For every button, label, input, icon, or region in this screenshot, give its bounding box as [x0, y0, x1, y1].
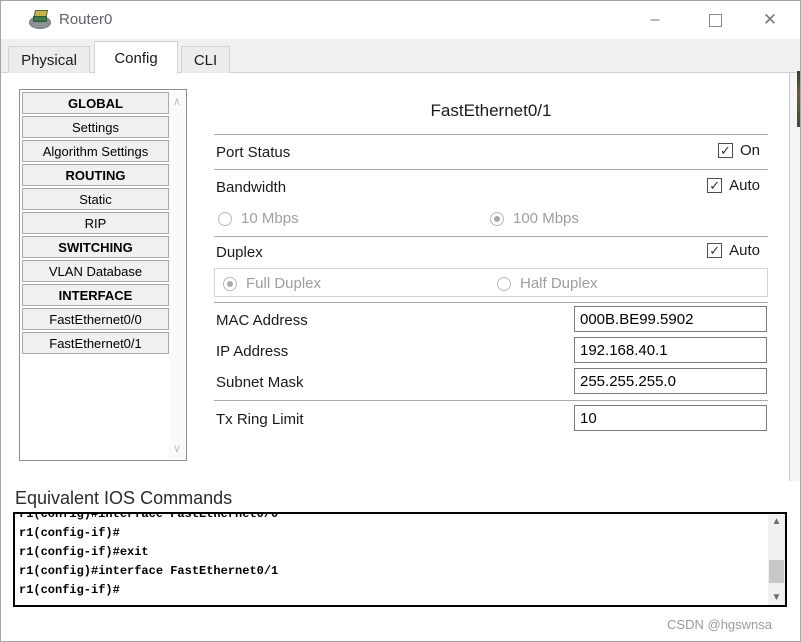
port-status-label: Port Status [216, 144, 291, 161]
tx-ring-limit-label: Tx Ring Limit [216, 411, 304, 428]
duplex-auto-checkbox[interactable]: ✓ [707, 243, 723, 258]
sidebar-item-routing[interactable]: ROUTING [22, 164, 169, 186]
close-icon[interactable]: ✕ [754, 7, 786, 33]
watermark: CSDN @hgswnsa [667, 617, 772, 632]
tab-cli[interactable]: CLI [181, 46, 230, 73]
port-status-checkbox-group[interactable]: ✓ On [717, 142, 760, 159]
sidebar-item-switching[interactable]: SWITCHING [22, 236, 169, 258]
radio-full-duplex[interactable]: Full Duplex [223, 275, 321, 292]
tx-ring-limit-input[interactable] [574, 405, 767, 431]
background-artifact [797, 71, 800, 127]
sidebar-item-static[interactable]: Static [22, 188, 169, 210]
bandwidth-radio-row: 10 Mbps 100 Mbps [214, 205, 768, 233]
terminal-scroll-down-icon[interactable]: ▼ [768, 590, 785, 605]
terminal-output: r1(config)#interface FastEthernet0/0 r1(… [19, 514, 765, 605]
sidebar-item-rip[interactable]: RIP [22, 212, 169, 234]
duplex-auto-checkbox-label: Auto [729, 242, 760, 259]
duplex-auto-checkbox-group[interactable]: ✓ Auto [707, 242, 760, 259]
sidebar-item-interface[interactable]: INTERFACE [22, 284, 169, 306]
radio-100mbps-label: 100 Mbps [513, 210, 579, 227]
mac-address-input[interactable] [574, 306, 767, 332]
divider [214, 169, 768, 170]
tab-bar: Physical Config CLI [1, 39, 800, 74]
bandwidth-auto-checkbox-label: Auto [729, 177, 760, 194]
radio-full-duplex-label: Full Duplex [246, 275, 322, 292]
sidebar-item-settings[interactable]: Settings [22, 116, 169, 138]
sidebar-item-algorithm-settings[interactable]: Algorithm Settings [22, 140, 169, 162]
radio-10mbps-label: 10 Mbps [241, 210, 299, 227]
bandwidth-auto-checkbox[interactable]: ✓ [707, 178, 723, 193]
divider [214, 134, 768, 135]
sidebar-item-vlan-database[interactable]: VLAN Database [22, 260, 169, 282]
port-status-checkbox-label: On [739, 142, 760, 159]
terminal-line: r1(config-if)# [19, 583, 120, 597]
minimize-icon[interactable]: – [639, 7, 671, 33]
terminal-scrollbar[interactable]: ▲ ▼ [768, 514, 785, 605]
terminal-line: r1(config-if)#exit [19, 545, 149, 559]
panel-scrollbar-track[interactable] [789, 73, 800, 481]
subnet-mask-label: Subnet Mask [216, 374, 304, 391]
radio-half-duplex-circle [497, 276, 511, 291]
radio-100mbps-circle [490, 211, 504, 226]
divider [214, 302, 768, 303]
router-config-window: Router0 – ✕ Physical Config CLI GLOBAL S… [0, 0, 801, 642]
ip-address-input[interactable] [574, 337, 767, 363]
radio-100mbps[interactable]: 100 Mbps [490, 210, 579, 227]
title-bar: Router0 – ✕ [1, 1, 800, 39]
sidebar-list: GLOBAL Settings Algorithm Settings ROUTI… [21, 91, 169, 356]
tab-config[interactable]: Config [94, 41, 178, 74]
sidebar-item-fastethernet0-1[interactable]: FastEthernet0/1 [22, 332, 169, 354]
sidebar-item-fastethernet0-0[interactable]: FastEthernet0/0 [22, 308, 169, 330]
duplex-label: Duplex [216, 244, 263, 261]
terminal-line: r1(config)#interface FastEthernet0/1 [19, 564, 279, 578]
router-icon [29, 10, 51, 30]
terminal-scroll-thumb[interactable] [769, 560, 784, 583]
radio-half-duplex-label: Half Duplex [520, 275, 598, 292]
tab-physical[interactable]: Physical [8, 46, 90, 73]
interface-config-panel: FastEthernet0/1 Port Status ✓ On Bandwid… [214, 86, 768, 481]
radio-10mbps-circle [218, 211, 232, 226]
radio-full-duplex-circle [223, 276, 237, 291]
ip-address-label: IP Address [216, 343, 289, 360]
bandwidth-label: Bandwidth [216, 179, 287, 196]
terminal-scroll-up-icon[interactable]: ▲ [768, 514, 785, 529]
terminal-line: r1(config)#interface FastEthernet0/0 [19, 514, 279, 521]
mac-address-label: MAC Address [216, 312, 308, 329]
ios-commands-terminal[interactable]: r1(config)#interface FastEthernet0/0 r1(… [13, 512, 787, 607]
radio-half-duplex[interactable]: Half Duplex [497, 275, 598, 292]
scroll-down-icon[interactable]: ∨ [169, 442, 185, 455]
bandwidth-auto-checkbox-group[interactable]: ✓ Auto [707, 177, 760, 194]
sidebar-scrollbar[interactable]: ∧ ∨ [169, 91, 185, 459]
window-title: Router0 [59, 11, 113, 28]
port-status-checkbox[interactable]: ✓ [717, 143, 733, 158]
maximize-icon[interactable] [699, 7, 731, 33]
config-sidebar: GLOBAL Settings Algorithm Settings ROUTI… [19, 89, 187, 461]
scroll-up-icon[interactable]: ∧ [169, 95, 185, 108]
subnet-mask-input[interactable] [574, 368, 767, 394]
divider [214, 236, 768, 237]
interface-title: FastEthernet0/1 [430, 101, 552, 120]
terminal-line: r1(config-if)# [19, 526, 120, 540]
ios-commands-heading: Equivalent IOS Commands [15, 488, 233, 508]
divider [214, 400, 768, 401]
sidebar-item-global[interactable]: GLOBAL [22, 92, 169, 114]
duplex-radio-group: Full Duplex Half Duplex [214, 268, 768, 297]
radio-10mbps[interactable]: 10 Mbps [218, 210, 299, 227]
